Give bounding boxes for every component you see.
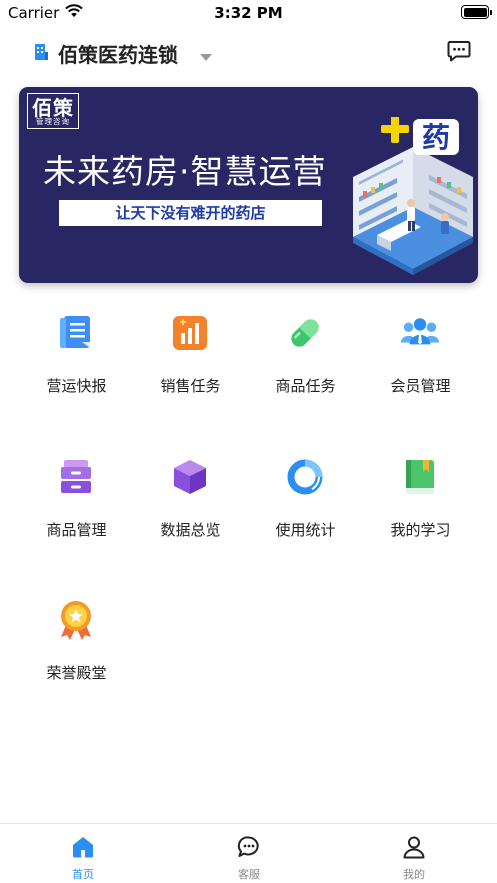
menu-item-label: 营运快报 bbox=[46, 377, 107, 395]
pharmacy-illustration: 药 bbox=[349, 115, 478, 281]
menu-item-label: 销售任务 bbox=[160, 377, 221, 395]
user-icon bbox=[402, 835, 426, 859]
brand-logo: 佰策 管理咨询 bbox=[27, 93, 79, 129]
menu-item-data-overview[interactable]: 数据总览 bbox=[133, 457, 248, 567]
message-icon[interactable] bbox=[447, 40, 471, 66]
menu-item-hall-of-honor[interactable]: 荣誉殿堂 bbox=[19, 600, 134, 710]
book-icon bbox=[400, 457, 440, 497]
menu-item-label: 商品任务 bbox=[275, 377, 336, 395]
tab-mine[interactable]: 我的 bbox=[364, 824, 464, 883]
battery-icon bbox=[461, 5, 492, 19]
building-icon bbox=[33, 43, 49, 65]
promo-banner[interactable]: 佰策 管理咨询 未来药房·智慧运营 让天下没有难开的药店 药 bbox=[19, 87, 478, 283]
status-bar: Carrier 3:32 PM bbox=[0, 0, 497, 26]
tab-bar: 首页 客服 我的 bbox=[0, 823, 497, 883]
banner-tagline: 让天下没有难开的药店 bbox=[59, 200, 322, 226]
menu-item-label: 商品管理 bbox=[46, 521, 107, 539]
chat-icon bbox=[237, 835, 261, 859]
tab-customer-service[interactable]: 客服 bbox=[199, 824, 299, 883]
tab-label: 客服 bbox=[238, 868, 260, 881]
menu-item-product-management[interactable]: 商品管理 bbox=[19, 457, 134, 567]
menu-item-operations-report[interactable]: 营运快报 bbox=[19, 313, 134, 423]
tab-label: 我的 bbox=[403, 868, 425, 881]
caret-down-icon[interactable] bbox=[199, 47, 213, 66]
menu-item-my-learning[interactable]: 我的学习 bbox=[363, 457, 478, 567]
menu-item-usage-stats[interactable]: 使用统计 bbox=[248, 457, 363, 567]
menu-item-label: 荣誉殿堂 bbox=[46, 664, 107, 682]
menu-item-sales-task[interactable]: 销售任务 bbox=[133, 313, 248, 423]
donut-chart-icon bbox=[285, 457, 325, 497]
header: 佰策医药连锁 bbox=[0, 30, 497, 74]
svg-text:药: 药 bbox=[422, 121, 450, 154]
sales-chart-icon bbox=[170, 313, 210, 353]
store-title[interactable]: 佰策医药连锁 bbox=[58, 39, 178, 68]
cube-icon bbox=[170, 457, 210, 497]
status-time: 3:32 PM bbox=[214, 4, 283, 22]
report-icon bbox=[56, 313, 96, 353]
menu-item-label: 使用统计 bbox=[275, 521, 336, 539]
menu-item-label: 数据总览 bbox=[160, 521, 221, 539]
banner-slogan: 未来药房·智慧运营 bbox=[43, 152, 327, 191]
tab-label: 首页 bbox=[72, 868, 94, 881]
medal-icon bbox=[56, 600, 96, 640]
cabinet-icon bbox=[56, 457, 96, 497]
menu-item-label: 我的学习 bbox=[390, 521, 451, 539]
tab-home[interactable]: 首页 bbox=[33, 824, 133, 883]
menu-item-product-task[interactable]: 商品任务 bbox=[248, 313, 363, 423]
menu-item-label: 会员管理 bbox=[390, 377, 451, 395]
home-icon bbox=[71, 835, 95, 859]
menu-item-member-management[interactable]: 会员管理 bbox=[363, 313, 478, 423]
members-icon bbox=[400, 313, 440, 353]
capsule-icon bbox=[285, 313, 325, 353]
